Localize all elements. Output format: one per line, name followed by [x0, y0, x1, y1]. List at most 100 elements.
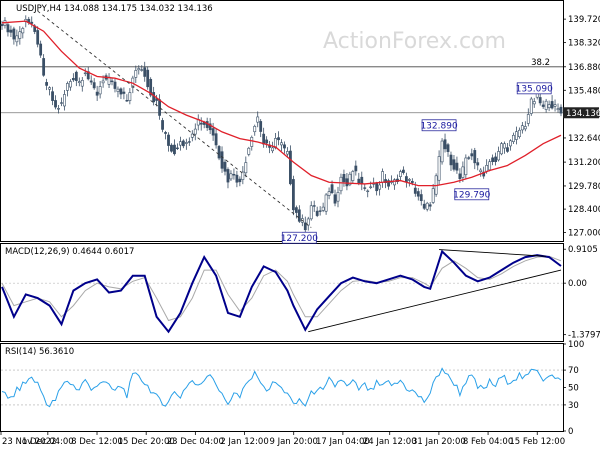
macd-trendline	[439, 249, 547, 257]
candle-body	[318, 210, 322, 212]
price-annotation-label: 135.090	[516, 84, 553, 94]
candle-body	[455, 162, 459, 171]
candle-body	[12, 28, 16, 40]
candle-body	[541, 104, 545, 107]
candle-body	[550, 101, 554, 109]
candle-body	[369, 186, 373, 188]
candle-body	[437, 156, 441, 181]
candle-body	[479, 169, 483, 173]
macd-main-line	[1, 249, 562, 334]
candle-body	[497, 151, 500, 161]
candle-body	[167, 134, 170, 146]
candle-body	[461, 166, 465, 178]
candle-body	[297, 209, 301, 222]
macd-axis-label: 0.00	[568, 279, 587, 289]
time-axis-label: 17 Jan 04:00	[316, 437, 370, 447]
candle-body	[89, 80, 93, 83]
candle-body	[173, 144, 176, 155]
candle-body	[83, 72, 87, 75]
candle-body	[336, 192, 340, 202]
candle-body	[294, 207, 298, 213]
candle-body	[211, 128, 215, 136]
candle-body	[45, 82, 49, 86]
candle-body	[517, 129, 521, 138]
candle-body	[547, 104, 551, 109]
candle-body	[277, 137, 280, 141]
candle-body	[321, 206, 325, 211]
candle-body	[9, 29, 13, 33]
candle-body	[199, 122, 203, 125]
candle-body	[357, 178, 361, 184]
time-axis-label: 1 Dec 04:00	[22, 437, 74, 447]
candle-body	[217, 146, 221, 159]
time-axis-label: 23 Dec 04:00	[167, 437, 224, 447]
candle-body	[351, 171, 355, 181]
candle-body	[116, 88, 120, 92]
candle-body	[229, 173, 233, 180]
candle-body	[51, 91, 54, 101]
symbol-header: USDJPY,H4 134.088 134.175 134.032 134.13…	[16, 4, 213, 14]
candle-body	[265, 139, 269, 144]
candle-body	[532, 101, 536, 105]
candle-body	[250, 137, 254, 147]
candle-body	[449, 154, 453, 166]
price-axis-label: 139.720	[568, 15, 600, 25]
candle-body	[407, 179, 411, 181]
candle-body	[57, 108, 60, 110]
candle-body	[556, 108, 560, 111]
candle-body	[6, 24, 10, 33]
candle-body	[137, 68, 141, 71]
price-annotation-label: 132.890	[420, 121, 457, 131]
price-axis-label: 131.200	[568, 158, 600, 168]
candle-body	[404, 176, 408, 183]
candle-body	[226, 169, 230, 183]
time-axis-label: 2 Jan 12:00	[220, 437, 268, 447]
candle-body	[324, 194, 328, 212]
candle-body	[500, 143, 503, 155]
candle-body	[506, 147, 509, 152]
rsi-line	[1, 367, 562, 408]
macd-panel-frame	[0, 243, 564, 342]
candle-body	[77, 81, 81, 83]
price-annotation-label: 127.200	[281, 234, 318, 244]
candle-body	[458, 173, 462, 179]
candle-body	[152, 92, 156, 103]
candle-body	[283, 144, 286, 149]
candle-body	[98, 86, 102, 95]
candle-body	[244, 162, 248, 174]
candle-body	[553, 104, 557, 107]
candle-body	[473, 150, 477, 164]
time-axis-label: 8 Dec 12:00	[71, 437, 123, 447]
watermark: ActionForex.com	[323, 29, 506, 54]
candle-body	[184, 142, 188, 144]
candle-body	[428, 204, 432, 207]
candle-body	[125, 100, 129, 102]
rsi-layer	[1, 367, 563, 408]
candle-body	[291, 179, 295, 211]
candle-body	[363, 187, 367, 189]
macd-axis-label: 0.9105	[568, 245, 598, 255]
candle-body	[113, 81, 117, 89]
candle-body	[309, 205, 313, 220]
price-axis-label: 136.880	[568, 63, 600, 73]
candle-body	[0, 24, 4, 27]
candle-body	[544, 100, 548, 110]
candle-body	[339, 176, 343, 192]
candle-body	[143, 67, 147, 77]
candle-body	[158, 99, 161, 116]
candle-body	[375, 183, 379, 192]
candle-body	[256, 116, 260, 123]
price-axis-label: 132.640	[568, 134, 600, 144]
price-annotation-label: 129.790	[453, 190, 490, 200]
candle-body	[187, 141, 191, 143]
time-axis-label: 9 Jan 20:00	[269, 437, 317, 447]
candle-body	[15, 35, 19, 43]
candle-body	[110, 80, 114, 83]
candle-body	[431, 188, 435, 203]
time-axis-label: 15 Feb 12:00	[509, 437, 565, 447]
candle-body	[235, 174, 239, 183]
candle-body	[63, 94, 66, 107]
candle-body	[176, 147, 179, 150]
candle-body	[503, 143, 506, 149]
rsi-axis-label: 70	[568, 366, 579, 376]
